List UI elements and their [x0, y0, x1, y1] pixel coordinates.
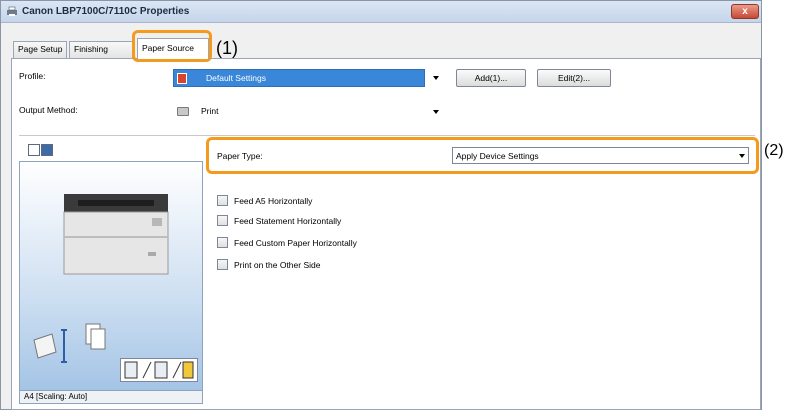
checkbox-label: Feed Custom Paper Horizontally	[234, 238, 357, 248]
tab-page-setup[interactable]: Page Setup	[13, 41, 67, 58]
close-icon: x	[742, 6, 748, 17]
tab-finishing[interactable]: Finishing	[69, 41, 133, 58]
chevron-down-icon	[433, 76, 439, 80]
paper-stack-icon	[33, 329, 67, 363]
output-method-value: Print	[201, 106, 219, 116]
printer-image-icon	[63, 194, 169, 275]
title-bar[interactable]: Canon LBP7100C/7110C Properties x	[1, 1, 761, 23]
profile-dropdown[interactable]: Default Settings	[173, 69, 441, 87]
checkbox-label: Print on the Other Side	[234, 260, 321, 270]
tab-label: Page Setup	[18, 44, 63, 54]
document-copies-icon	[85, 323, 106, 350]
output-method-dropdown[interactable]: Print	[173, 103, 441, 121]
feed-statement-horizontally-checkbox[interactable]	[217, 215, 228, 226]
feed-a5-horizontally-checkbox[interactable]	[217, 195, 228, 206]
printer-app-icon	[7, 6, 17, 16]
tab-label: Finishing	[74, 44, 109, 54]
profile-icon	[177, 73, 187, 84]
tab-label: Paper Source	[142, 43, 194, 53]
profile-label: Profile:	[19, 71, 46, 81]
close-button[interactable]: x	[731, 4, 759, 19]
print-on-other-side-checkbox[interactable]	[217, 259, 228, 270]
add-button-label: Add(1)...	[474, 73, 508, 83]
tab-paper-source[interactable]: Paper Source	[137, 38, 209, 59]
print-icon	[177, 107, 189, 116]
profile-selected-value: Default Settings	[173, 69, 425, 87]
page-layout-icon	[124, 361, 194, 379]
edit-profile-button[interactable]: Edit(2)...	[537, 69, 611, 87]
printer-preview	[19, 161, 203, 403]
preview-caption: A4 [Scaling: Auto]	[19, 390, 203, 404]
window-title: Canon LBP7100C/7110C Properties	[22, 6, 190, 17]
divider	[19, 135, 755, 136]
add-profile-button[interactable]: Add(1)...	[456, 69, 526, 87]
settings-view-button[interactable]	[41, 144, 53, 156]
properties-window: Canon LBP7100C/7110C Properties x Page S…	[0, 0, 762, 410]
paper-type-highlight-box	[206, 137, 759, 174]
chevron-down-icon	[433, 110, 439, 114]
profile-value: Default Settings	[206, 73, 267, 83]
callout-label-2: (2)	[764, 142, 784, 159]
feed-custom-paper-horizontally-checkbox[interactable]	[217, 237, 228, 248]
callout-label-1: (1)	[216, 38, 238, 58]
layout-toggle-button[interactable]	[120, 358, 198, 382]
edit-button-label: Edit(2)...	[557, 73, 591, 83]
checkbox-label: Feed A5 Horizontally	[234, 196, 313, 206]
output-method-label: Output Method:	[19, 105, 78, 115]
checkbox-label: Feed Statement Horizontally	[234, 216, 342, 226]
preview-view-button[interactable]	[28, 144, 40, 156]
